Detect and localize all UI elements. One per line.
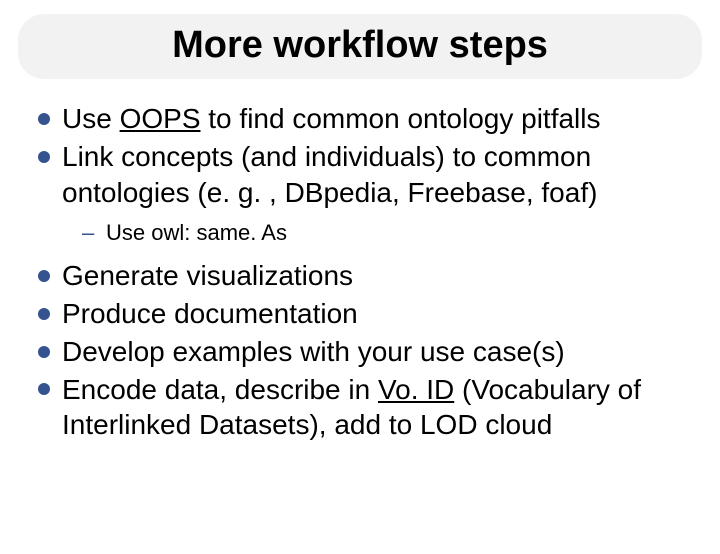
text-run: Produce documentation [62, 298, 358, 329]
title-bar: More workflow steps [18, 14, 702, 79]
slide-content: Use OOPS to find common ontology pitfall… [0, 79, 720, 443]
list-item: Produce documentation [36, 296, 684, 332]
slide-title: More workflow steps [30, 24, 690, 67]
link-void[interactable]: Vo. ID [378, 374, 454, 405]
sub-list: Use owl: same. As [62, 218, 684, 248]
list-item: Develop examples with your use case(s) [36, 334, 684, 370]
link-oops[interactable]: OOPS [120, 103, 201, 134]
list-item: Encode data, describe in Vo. ID (Vocabul… [36, 372, 684, 444]
text-run: Encode data, describe in [62, 374, 378, 405]
bullet-list: Use OOPS to find common ontology pitfall… [36, 101, 684, 443]
text-run: Generate visualizations [62, 260, 353, 291]
text-run: Use owl: same. As [106, 220, 287, 245]
sub-list-item: Use owl: same. As [62, 218, 684, 248]
text-run: to find common ontology pitfalls [201, 103, 601, 134]
text-run: Develop examples with your use case(s) [62, 336, 565, 367]
text-run: Use [62, 103, 120, 134]
list-item: Use OOPS to find common ontology pitfall… [36, 101, 684, 137]
text-run: Link concepts (and individuals) to commo… [62, 141, 597, 208]
list-item: Generate visualizations [36, 258, 684, 294]
list-item: Link concepts (and individuals) to commo… [36, 139, 684, 248]
